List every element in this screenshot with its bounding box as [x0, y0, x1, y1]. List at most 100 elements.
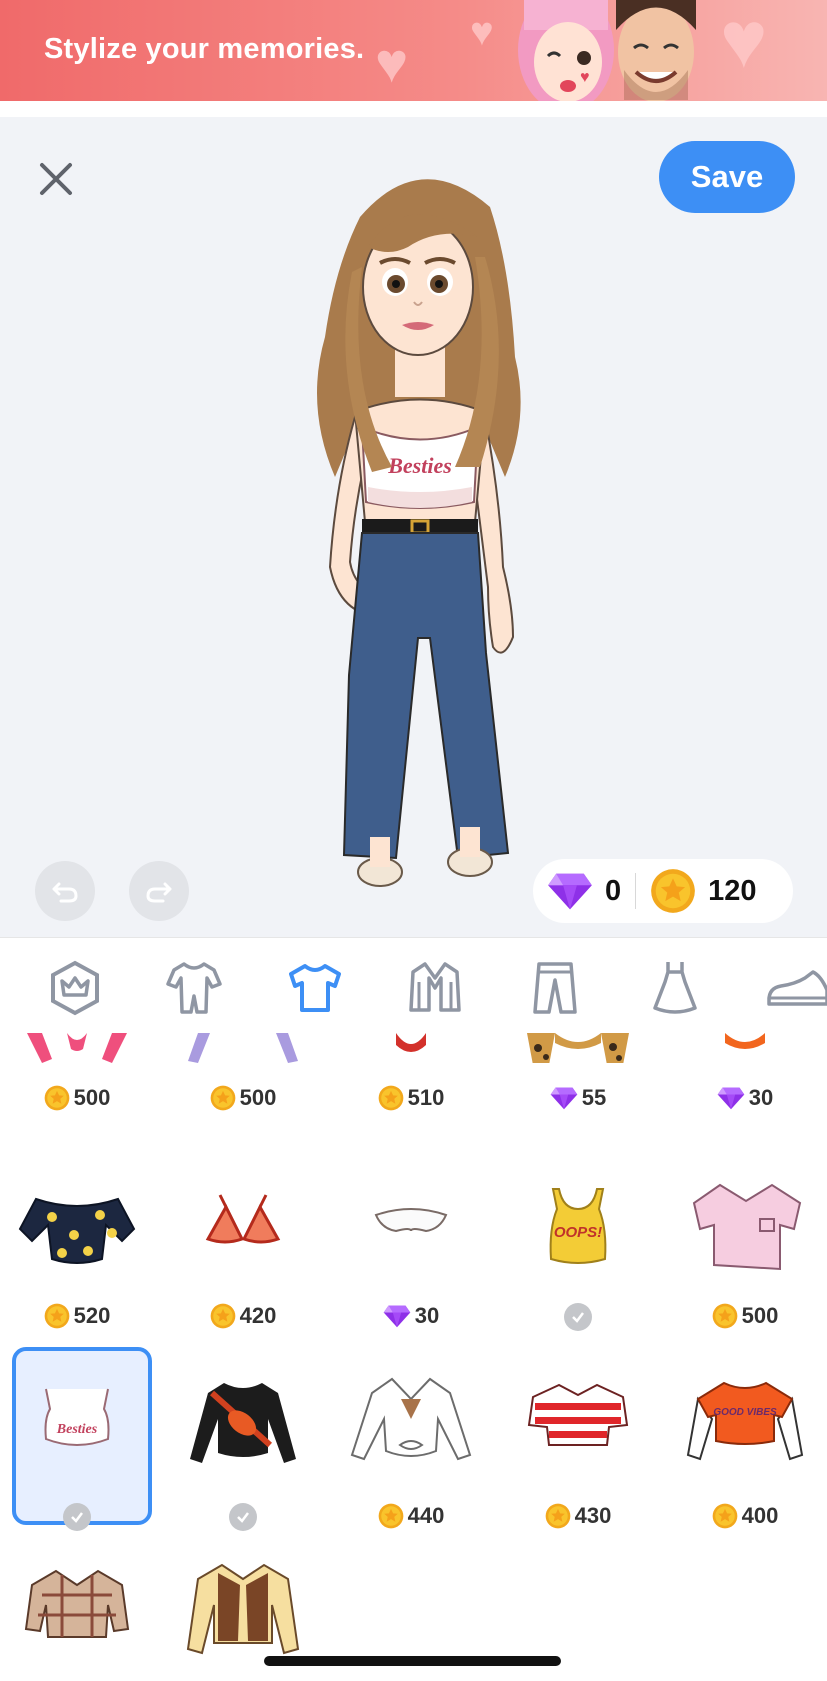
item-tile[interactable]: 440 — [336, 1359, 486, 1559]
save-button[interactable]: Save — [659, 141, 795, 213]
tab-tops[interactable] — [283, 956, 347, 1020]
white-bandeau-item — [374, 1208, 448, 1233]
price-value: 520 — [73, 1303, 111, 1328]
item-tile[interactable]: 520 — [2, 1159, 152, 1359]
tshirt-icon — [289, 964, 341, 1012]
svg-text:♥: ♥ — [580, 69, 590, 86]
navy-lemon-tie-top-item — [18, 1197, 136, 1264]
item-tile[interactable] — [2, 1545, 152, 1681]
checkmark-icon — [63, 1503, 91, 1531]
black-top-fanny-pack-item — [190, 1383, 296, 1463]
red-bandana-top-item — [396, 1033, 426, 1052]
price-tag: 420 — [168, 1303, 318, 1329]
price-value: 30 — [414, 1303, 440, 1328]
price-value: 510 — [407, 1085, 445, 1110]
besties-crop-top-item: Besties — [44, 1388, 110, 1446]
category-tabs — [0, 937, 827, 1034]
shirt-print-text: Besties — [387, 453, 452, 478]
coin-icon — [650, 868, 696, 914]
red-striped-polo-item — [527, 1383, 629, 1446]
gem-icon — [383, 1304, 411, 1328]
avatar-stage: Save Besties 0 120 — [0, 117, 827, 937]
price-value: 430 — [574, 1503, 612, 1528]
tab-outerwear[interactable] — [403, 956, 467, 1020]
pink-top-item — [27, 1033, 127, 1063]
coin-icon — [545, 1503, 571, 1529]
price-value: 500 — [239, 1085, 277, 1110]
price-tag: 520 — [2, 1303, 152, 1329]
crop-top-print-text: Besties — [56, 1422, 98, 1437]
tee-print-text: GOOD VIBES — [713, 1407, 777, 1418]
owned-indicator — [168, 1503, 318, 1531]
close-icon — [40, 163, 72, 195]
tab-shoes[interactable] — [763, 956, 827, 1020]
coin-icon — [378, 1085, 404, 1111]
gem-icon — [717, 1086, 745, 1110]
price-value: 30 — [748, 1085, 774, 1110]
coin-icon — [210, 1303, 236, 1329]
item-tile[interactable] — [168, 1359, 318, 1559]
price-tag: 500 — [2, 1085, 152, 1111]
item-tile[interactable]: 420 — [168, 1159, 318, 1359]
orange-bikini-top-item — [205, 1194, 281, 1244]
coin-icon — [210, 1085, 236, 1111]
price-value: 420 — [239, 1303, 277, 1328]
couple-avatars-illustration: ♥ — [518, 0, 696, 101]
coin-icon — [44, 1085, 70, 1111]
coin-balance: 120 — [708, 874, 757, 907]
gem-icon — [547, 871, 593, 911]
promo-banner[interactable]: ♥ ♥ ♥ Stylize your memories. ♥ — [0, 0, 827, 101]
pink-pajama-shirt-item — [692, 1183, 802, 1271]
tab-dresses[interactable] — [643, 956, 707, 1020]
item-tile[interactable]: 30 — [336, 1159, 486, 1359]
plaid-shirt-item — [24, 1569, 130, 1638]
gem-balance: 0 — [605, 874, 622, 907]
owned-indicator — [503, 1303, 653, 1331]
onesie-icon — [166, 962, 222, 1014]
tab-onesie[interactable] — [162, 956, 226, 1020]
close-button[interactable] — [36, 159, 76, 199]
coin-icon — [44, 1303, 70, 1329]
item-grid: 500 500 510 55 30 520 420 30 OOPS! 500 B… — [0, 1033, 827, 1681]
price-value: 500 — [73, 1085, 111, 1110]
item-tile-selected[interactable]: Besties — [2, 1359, 152, 1559]
heart-decoration: ♥ — [375, 31, 409, 94]
banner-title: Stylize your memories. — [44, 33, 365, 65]
avatar-figure: Besties — [317, 179, 521, 887]
gem-icon — [550, 1086, 578, 1110]
price-tag: 510 — [336, 1085, 486, 1111]
price-value: 55 — [581, 1085, 607, 1110]
oops-tank-item: OOPS! — [549, 1188, 607, 1264]
item-tile[interactable]: 500 — [670, 1159, 820, 1359]
owned-indicator — [2, 1503, 152, 1531]
checkmark-icon — [229, 1503, 257, 1531]
home-indicator[interactable] — [264, 1656, 561, 1666]
tank-print-text: OOPS! — [554, 1224, 602, 1241]
pants-icon — [533, 962, 577, 1014]
price-tag: 55 — [503, 1085, 653, 1111]
price-tag: 430 — [503, 1503, 653, 1529]
crown-icon — [51, 960, 99, 1016]
price-value: 500 — [741, 1303, 779, 1328]
price-tag: 500 — [670, 1303, 820, 1329]
item-tile[interactable]: GOOD VIBES 400 — [670, 1359, 820, 1559]
item-tile[interactable]: OOPS! — [503, 1159, 653, 1359]
item-tile[interactable]: 430 — [503, 1359, 653, 1559]
heart-decoration: ♥ — [470, 10, 494, 54]
coin-icon — [712, 1303, 738, 1329]
lavender-top-item — [188, 1033, 298, 1063]
undo-button[interactable] — [35, 861, 95, 921]
good-vibes-tee-item: GOOD VIBES — [686, 1381, 804, 1461]
tab-bottoms[interactable] — [523, 956, 587, 1020]
redo-button[interactable] — [129, 861, 189, 921]
checkmark-icon — [564, 1303, 592, 1331]
coin-icon — [378, 1503, 404, 1529]
undo-icon — [52, 882, 78, 903]
wallet-divider — [635, 873, 637, 909]
tab-premium[interactable] — [43, 956, 107, 1020]
redo-icon — [146, 882, 172, 903]
price-tag: 440 — [336, 1503, 486, 1529]
price-tag: 400 — [670, 1503, 820, 1529]
coin-icon — [712, 1503, 738, 1529]
wallet-balance[interactable]: 0 120 — [533, 859, 793, 923]
